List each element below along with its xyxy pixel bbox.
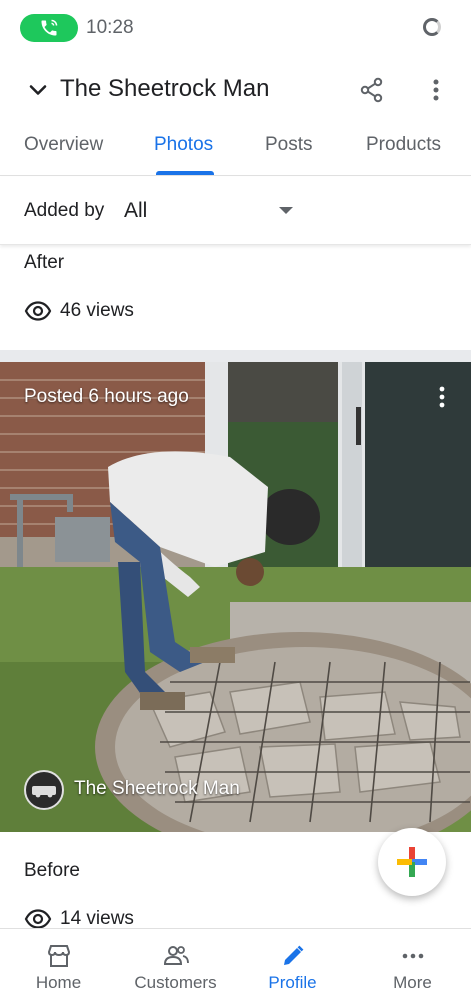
nav-more[interactable]: More <box>354 929 471 1000</box>
share-icon[interactable] <box>358 76 386 104</box>
photo-views: 14 views <box>24 908 134 930</box>
nav-label: More <box>393 973 432 992</box>
tab-photos[interactable]: Photos <box>154 134 213 156</box>
filter-label: Added by <box>24 200 105 221</box>
bottom-navigation: Home Customers Profile More <box>0 928 471 1000</box>
photo-caption: Before <box>24 860 80 881</box>
filter-value[interactable]: All <box>124 199 147 223</box>
nav-label: Home <box>35 973 82 992</box>
tab-products[interactable]: Products <box>366 134 441 156</box>
chevron-down-icon[interactable] <box>26 78 50 102</box>
business-name[interactable]: The Sheetrock Man <box>60 75 269 103</box>
nav-home[interactable]: Home <box>0 929 117 1000</box>
nav-customers[interactable]: Customers <box>117 929 234 1000</box>
people-icon <box>163 946 189 965</box>
eye-icon <box>24 909 52 929</box>
more-vert-icon[interactable] <box>424 76 448 104</box>
status-time: 10:28 <box>86 17 134 38</box>
more-horiz-icon <box>402 953 423 959</box>
nav-label: Profile <box>268 973 317 992</box>
active-tab-indicator <box>156 171 214 175</box>
views-count: 46 views <box>60 300 134 321</box>
status-bar: 10:28 <box>0 0 471 56</box>
added-by-filter[interactable]: Added by All <box>0 177 471 245</box>
post-photo[interactable]: Posted 6 hours ago The Sheetrock Man <box>0 362 471 832</box>
tab-posts[interactable]: Posts <box>265 134 313 156</box>
ongoing-call-chip[interactable] <box>20 14 78 42</box>
phone-call-icon <box>41 19 58 36</box>
google-plus-icon <box>397 847 427 877</box>
post-timestamp: Posted 6 hours ago <box>24 386 189 407</box>
construction-photo <box>0 362 471 832</box>
pencil-icon <box>283 945 303 965</box>
views-count: 14 views <box>60 908 134 929</box>
tab-overview[interactable]: Overview <box>24 134 103 156</box>
photo-author[interactable]: The Sheetrock Man <box>74 778 240 800</box>
tab-bar: Overview Photos Posts Products <box>0 120 471 176</box>
business-logo-icon <box>32 786 56 798</box>
dropdown-arrow-icon[interactable] <box>279 207 293 214</box>
eye-icon <box>24 301 52 321</box>
photo-caption: After <box>24 252 65 273</box>
app-header: The Sheetrock Man <box>0 64 471 118</box>
photo-more-icon[interactable] <box>432 384 452 412</box>
card-divider <box>0 350 471 362</box>
author-avatar[interactable] <box>24 770 64 810</box>
nav-profile[interactable]: Profile <box>234 929 351 1000</box>
add-button[interactable] <box>378 828 446 896</box>
nav-label: Customers <box>134 973 217 992</box>
loading-spinner-icon <box>423 18 441 36</box>
storefront-icon <box>47 945 70 967</box>
photo-views: 46 views <box>24 300 134 322</box>
